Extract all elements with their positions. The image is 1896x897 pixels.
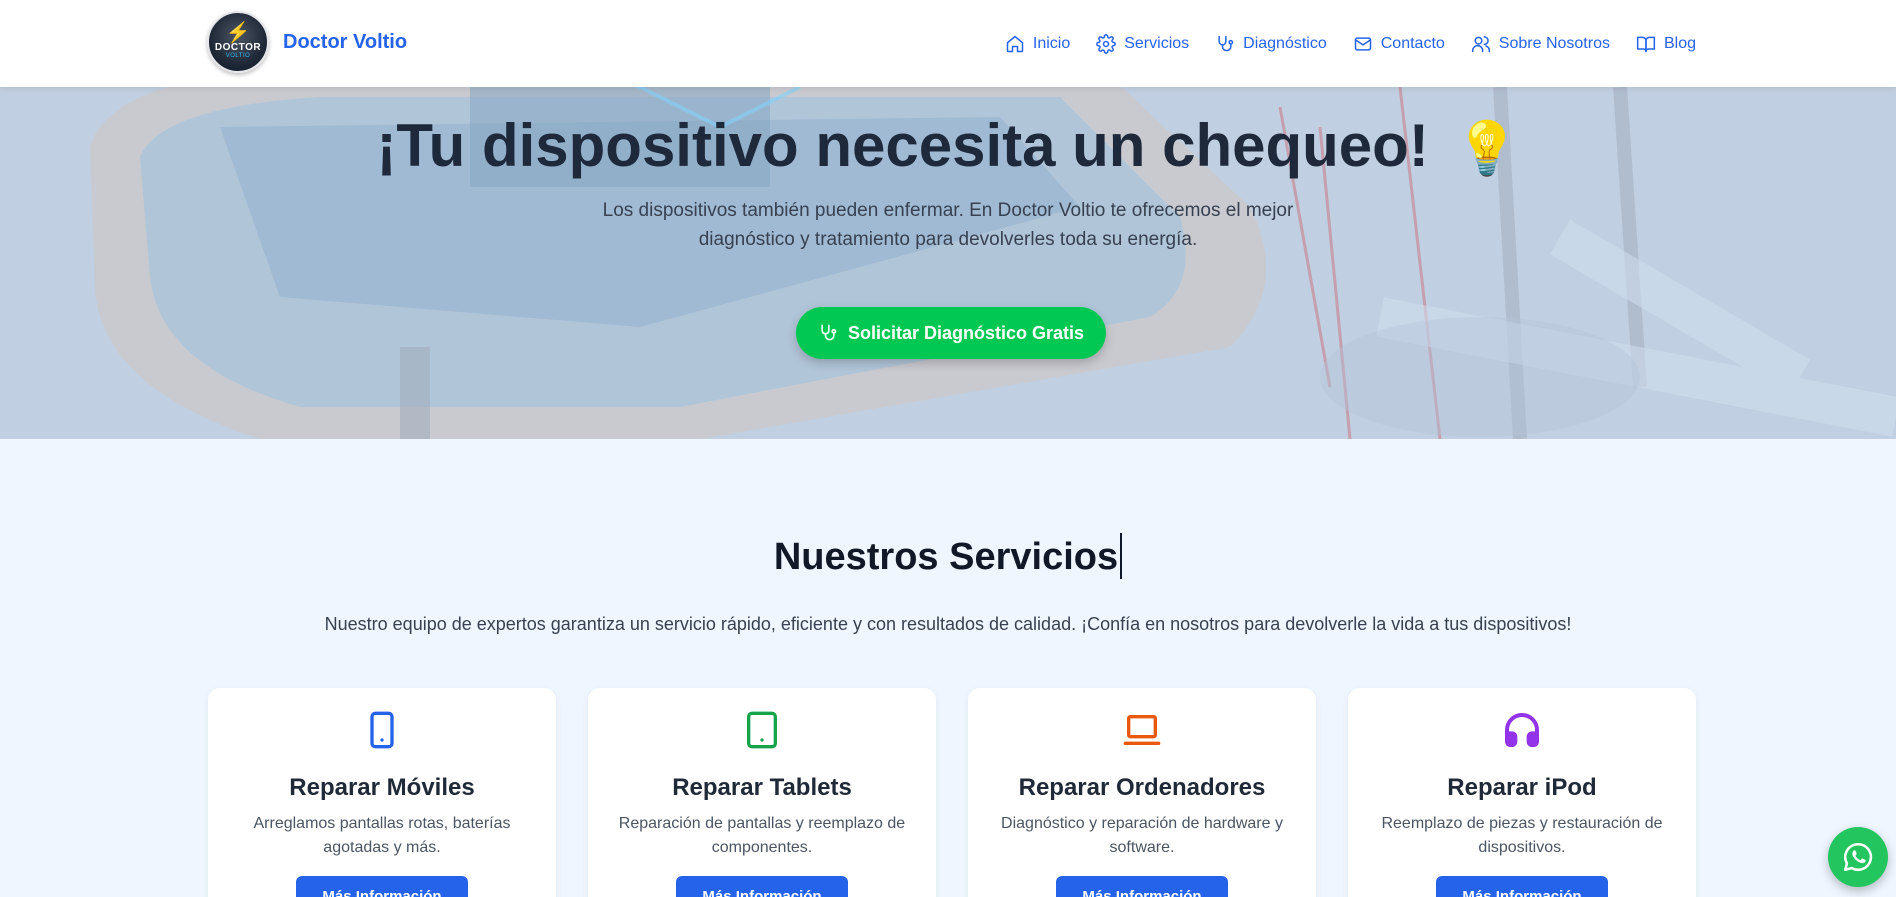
nav-item-diagnostico[interactable]: Diagnóstico (1215, 34, 1327, 54)
brand-link[interactable]: ⚡ DOCTOR VOLTIO Doctor Voltio (207, 11, 407, 73)
card-icon-wrap (588, 710, 936, 750)
tablet-icon (747, 711, 777, 749)
more-info-button-ipod[interactable]: Más Información (1436, 876, 1608, 897)
whatsapp-button[interactable] (1828, 827, 1888, 887)
laptop-icon (1123, 715, 1161, 745)
lightbulb-icon: 💡 (1454, 120, 1520, 178)
more-info-button-moviles[interactable]: Más Información (296, 876, 468, 897)
nav-item-contacto[interactable]: Contacto (1353, 34, 1445, 54)
card-title: Reparar Tablets (672, 774, 852, 801)
nav-label: Blog (1663, 34, 1696, 52)
card-description: Reemplazo de piezas y restauración de di… (1381, 815, 1663, 856)
users-icon (1471, 35, 1490, 52)
nav-label: Sobre Nosotros (1498, 34, 1610, 52)
text-caret (1120, 532, 1123, 579)
card-description: Arreglamos pantallas rotas, baterías ago… (253, 815, 511, 856)
hero-subtitle: Los dispositivos también pueden enfermar… (602, 200, 1294, 250)
service-card-ordenadores: Reparar Ordenadores Diagnóstico y repara… (968, 688, 1316, 897)
request-diagnosis-button[interactable]: Solicitar Diagnóstico Gratis (796, 307, 1106, 359)
cta-label: Solicitar Diagnóstico Gratis (847, 322, 1085, 343)
lightning-bolt-icon: ⚡ (225, 22, 251, 44)
more-info-button-tablets[interactable]: Más Información (676, 876, 848, 897)
stethoscope-icon (821, 324, 837, 341)
mail-icon (1354, 36, 1371, 51)
services-title-text: Nuestros Servicios (773, 536, 1119, 578)
services-description: Nuestro equipo de expertos garantiza un … (324, 614, 1572, 634)
card-title: Reparar Ordenadores (1018, 774, 1266, 801)
service-card-tablets: Reparar Tablets Reparación de pantallas … (588, 688, 936, 897)
brand-logo: ⚡ DOCTOR VOLTIO (207, 11, 269, 73)
stethoscope-icon (1218, 35, 1234, 51)
nav-label: Diagnóstico (1243, 34, 1327, 52)
card-icon-wrap (968, 710, 1316, 750)
nav-label: Contacto (1380, 34, 1445, 52)
book-icon (1636, 36, 1656, 52)
gear-icon (1096, 33, 1117, 54)
hero-section: ¡Tu dispositivo necesita un chequeo! 💡 Lo… (0, 87, 1896, 439)
service-cards: Reparar Móviles Arreglamos pantallas rot… (208, 688, 1696, 897)
logo-text-voltio: VOLTIO (225, 53, 251, 59)
main-nav: Inicio Servicios Diagnóstico Contacto So… (1005, 0, 1696, 87)
hero-title-text: ¡Tu dispositivo necesita un chequeo! (376, 112, 1429, 179)
nav-label: Servicios (1124, 34, 1190, 52)
hero-title: ¡Tu dispositivo necesita un chequeo! 💡 (0, 111, 1896, 180)
service-card-moviles: Reparar Móviles Arreglamos pantallas rot… (208, 688, 556, 897)
nav-item-blog[interactable]: Blog (1636, 34, 1696, 54)
services-title: Nuestros Servicios (0, 532, 1896, 579)
card-icon-wrap (208, 710, 556, 750)
nav-label: Inicio (1032, 34, 1071, 52)
card-icon-wrap (1348, 710, 1696, 750)
card-description: Diagnóstico y reparación de hardware y s… (1001, 815, 1283, 856)
more-info-button-ordenadores[interactable]: Más Información (1056, 876, 1228, 897)
card-title: Reparar Móviles (289, 774, 475, 801)
logo-text-doctor: DOCTOR (214, 42, 262, 53)
home-icon (1006, 35, 1024, 52)
whatsapp-icon (1843, 842, 1873, 872)
card-description: Reparación de pantallas y reemplazo de c… (618, 815, 906, 856)
nav-item-servicios[interactable]: Servicios (1096, 33, 1190, 54)
nav-item-inicio[interactable]: Inicio (1005, 34, 1070, 54)
navbar: ⚡ DOCTOR VOLTIO Doctor Voltio Inicio Ser… (0, 0, 1896, 87)
brand-name: Doctor Voltio (283, 30, 408, 53)
nav-item-sobre-nosotros[interactable]: Sobre Nosotros (1471, 34, 1610, 54)
card-title: Reparar iPod (1447, 774, 1597, 801)
headphones-icon (1505, 713, 1539, 747)
smartphone-icon (370, 711, 394, 749)
service-card-ipod: Reparar iPod Reemplazo de piezas y resta… (1348, 688, 1696, 897)
